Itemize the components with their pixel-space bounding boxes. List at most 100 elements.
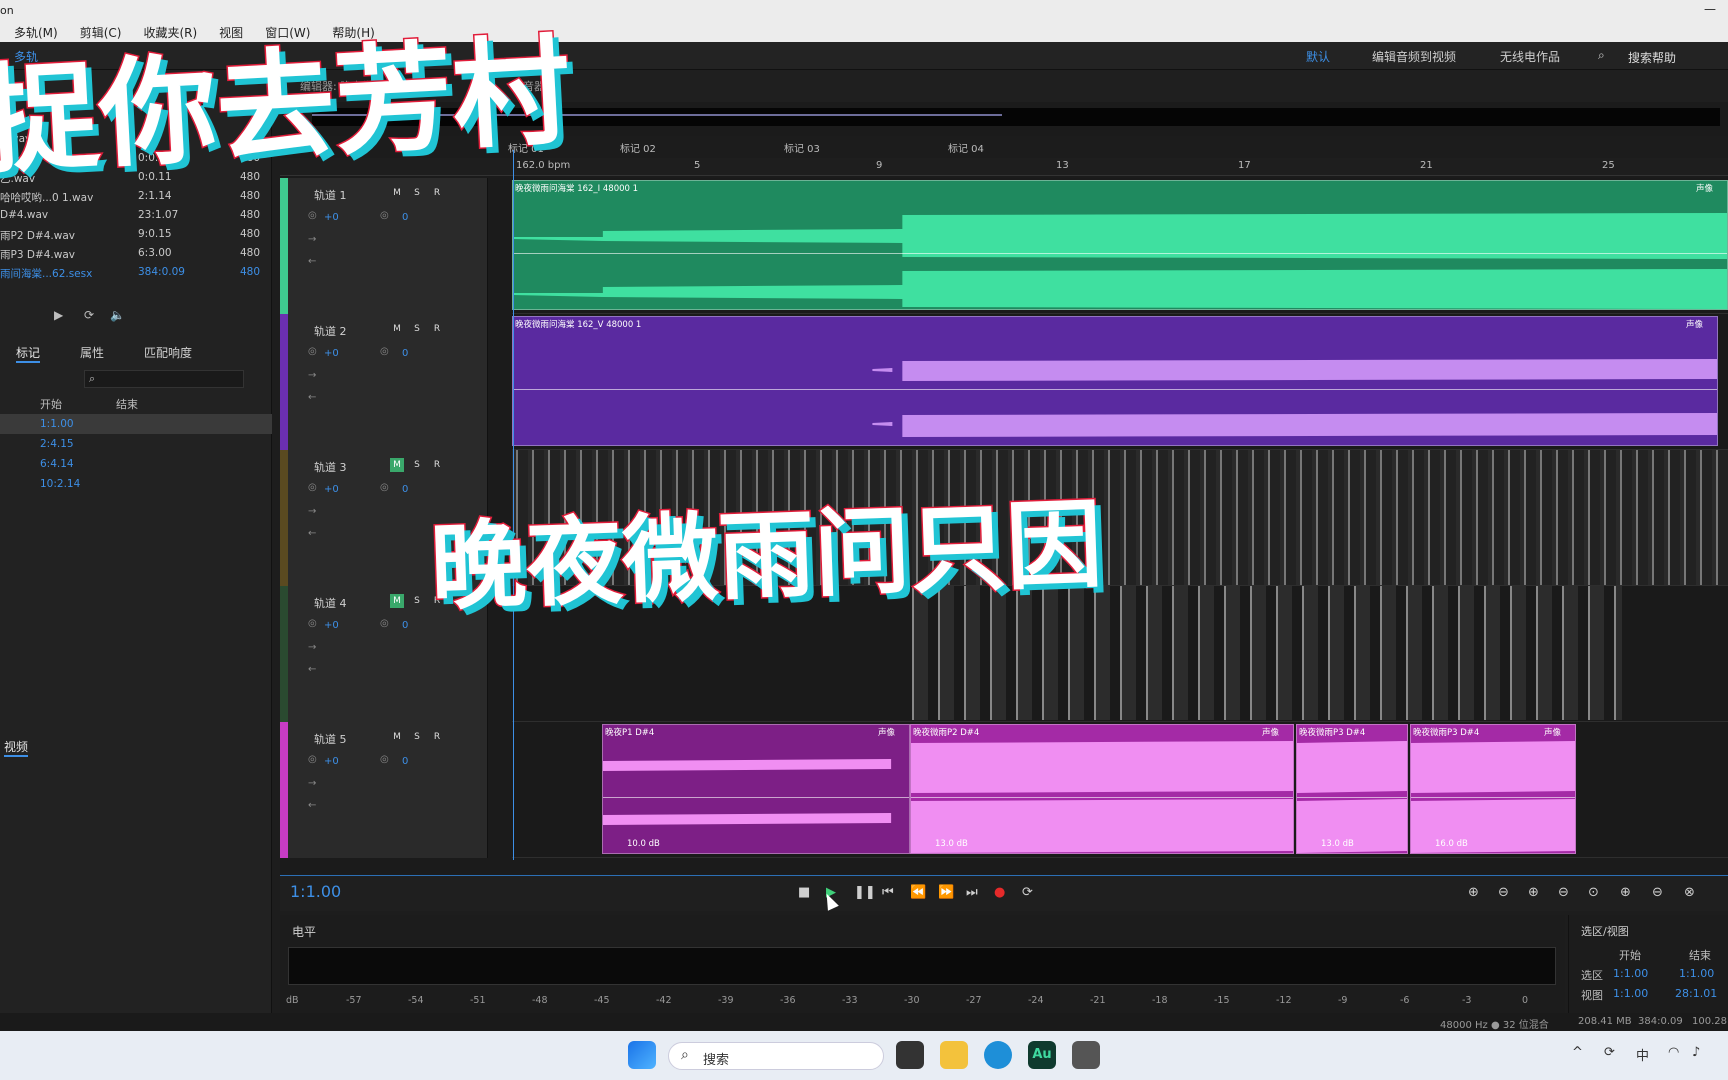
fast-forward-icon[interactable]: ⏩: [938, 885, 954, 900]
zoom-out-point-icon[interactable]: ⊖: [1652, 885, 1663, 900]
output-arrow-icon[interactable]: ←: [308, 528, 316, 539]
rewind-icon[interactable]: ⏪: [910, 885, 926, 900]
marker-row[interactable]: 10:2.14: [0, 474, 272, 494]
file-row[interactable]: 雨P3 D#4.wav 6:3.00 480: [0, 244, 262, 263]
volume-knob-icon[interactable]: ◎: [308, 482, 317, 493]
pan-knob-icon[interactable]: ◎: [380, 210, 389, 221]
edge-browser-icon[interactable]: [984, 1041, 1012, 1069]
audio-clip[interactable]: 晚夜P1 D#4 声像 10.0 dB: [602, 724, 910, 854]
stop-icon[interactable]: ■: [798, 885, 810, 900]
tab-video[interactable]: 视频: [4, 738, 29, 757]
pan-knob-icon[interactable]: ◎: [380, 482, 389, 493]
sync-icon[interactable]: ⟳: [1604, 1045, 1615, 1060]
pan-knob-icon[interactable]: ◎: [380, 618, 389, 629]
taskbar-search-input[interactable]: ⌕ 搜索: [668, 1042, 884, 1070]
record-icon[interactable]: ●: [994, 885, 1005, 900]
volume-knob-icon[interactable]: ◎: [308, 754, 317, 765]
marker-search-input[interactable]: ⌕: [84, 370, 244, 388]
pan-knob-icon[interactable]: ◎: [380, 754, 389, 765]
output-arrow-icon[interactable]: ←: [308, 392, 316, 403]
audition-app-icon[interactable]: Au: [1028, 1041, 1056, 1069]
file-row[interactable]: D#4.wav 23:1.07 480: [0, 206, 262, 225]
tab-markers[interactable]: 标记: [16, 344, 41, 363]
file-explorer-icon[interactable]: [940, 1041, 968, 1069]
search-help-input[interactable]: 搜索帮助: [1628, 49, 1676, 66]
capture-app-icon[interactable]: [1072, 1041, 1100, 1069]
task-view-icon[interactable]: [896, 1041, 924, 1069]
mute-button[interactable]: M: [390, 730, 404, 744]
minimize-icon[interactable]: —: [1704, 2, 1716, 16]
record-arm-button[interactable]: R: [430, 322, 444, 336]
output-arrow-icon[interactable]: ←: [308, 256, 316, 267]
file-row[interactable]: 雨P2 D#4.wav 9:0.15 480: [0, 225, 262, 244]
marker-flag[interactable]: 标记 04: [948, 140, 984, 155]
input-arrow-icon[interactable]: →: [308, 778, 316, 789]
view-end-field[interactable]: 28:1.01: [1675, 987, 1717, 1000]
track-header[interactable]: 轨道 2 M S R ◎ +0 ◎ 0 → ←: [288, 314, 488, 450]
input-arrow-icon[interactable]: →: [308, 506, 316, 517]
mute-button[interactable]: M: [390, 186, 404, 200]
skip-to-end-icon[interactable]: ⏭: [966, 885, 978, 900]
view-start-field[interactable]: 1:1.00: [1613, 987, 1648, 1000]
audio-clip[interactable]: 晚夜微雨P2 D#4 声像 13.0 dB: [910, 724, 1294, 854]
zoom-out-amplitude-icon[interactable]: ⊖: [1498, 885, 1509, 900]
input-arrow-icon[interactable]: →: [308, 370, 316, 381]
search-icon[interactable]: ⌕: [1598, 48, 1605, 63]
track-header[interactable]: 轨道 5 M S R ◎ +0 ◎ 0 → ←: [288, 722, 488, 858]
tab-properties[interactable]: 属性: [80, 344, 104, 361]
volume-value[interactable]: +0: [324, 348, 339, 359]
column-start[interactable]: 开始: [40, 396, 62, 412]
mute-button[interactable]: M: [390, 322, 404, 336]
column-end[interactable]: 结束: [116, 396, 138, 412]
loop-playback-icon[interactable]: ⟳: [1022, 885, 1033, 900]
volume-knob-icon[interactable]: ◎: [308, 346, 317, 357]
ime-icon[interactable]: 中: [1636, 1045, 1649, 1064]
record-arm-button[interactable]: R: [430, 458, 444, 472]
audio-clip[interactable]: 晚夜微雨P3 D#4 13.0 dB: [1296, 724, 1408, 854]
marker-row[interactable]: 2:4.15: [0, 434, 272, 454]
pan-value[interactable]: 0: [402, 756, 408, 767]
marker-row[interactable]: 6:4.14: [0, 454, 272, 474]
zoom-in-time-icon[interactable]: ⊕: [1528, 885, 1539, 900]
marker-flag[interactable]: 标记 02: [620, 140, 656, 155]
track-name[interactable]: 轨道 2: [314, 323, 347, 339]
track-name[interactable]: 轨道 5: [314, 731, 347, 747]
marker-flag[interactable]: 标记 03: [784, 140, 820, 155]
zoom-full-icon[interactable]: ⊗: [1684, 885, 1695, 900]
windows-start-icon[interactable]: [628, 1041, 656, 1069]
loop-icon[interactable]: ⟳: [84, 308, 94, 322]
track-lane[interactable]: 晚夜P1 D#4 声像 10.0 dB 晚夜微雨P2 D#4 声像 13.0 d…: [512, 722, 1728, 858]
track-name[interactable]: 轨道 1: [314, 187, 347, 203]
audio-clip[interactable]: 晚夜微雨问海棠 162_I 48000 1 声像: [512, 180, 1728, 310]
tab-match-loudness[interactable]: 匹配响度: [144, 344, 192, 361]
zoom-out-time-icon[interactable]: ⊖: [1558, 885, 1569, 900]
pause-icon[interactable]: ❚❚: [854, 885, 876, 900]
audio-clip[interactable]: 晚夜微雨P3 D#4 声像 16.0 dB: [1410, 724, 1576, 854]
pan-knob-icon[interactable]: ◎: [380, 346, 389, 357]
skip-to-start-icon[interactable]: ⏮: [882, 885, 894, 900]
workspace-edit-video[interactable]: 编辑音频到视频: [1372, 48, 1456, 65]
pan-value[interactable]: 0: [402, 348, 408, 359]
volume-knob-icon[interactable]: ◎: [308, 618, 317, 629]
mute-button[interactable]: M: [390, 594, 404, 608]
mute-button[interactable]: M: [390, 458, 404, 472]
zoom-in-point-icon[interactable]: ⊕: [1620, 885, 1631, 900]
input-arrow-icon[interactable]: →: [308, 642, 316, 653]
volume-value[interactable]: +0: [324, 620, 339, 631]
volume-knob-icon[interactable]: ◎: [308, 210, 317, 221]
zoom-in-amplitude-icon[interactable]: ⊕: [1468, 885, 1479, 900]
selection-start-field[interactable]: 1:1.00: [1613, 967, 1648, 980]
volume-icon[interactable]: ♪: [1692, 1045, 1700, 1060]
pan-value[interactable]: 0: [402, 620, 408, 631]
track-name[interactable]: 轨道 3: [314, 459, 347, 475]
volume-value[interactable]: +0: [324, 756, 339, 767]
solo-button[interactable]: S: [410, 458, 424, 472]
track-lane[interactable]: 晚夜微雨问海棠 162_I 48000 1 声像: [512, 178, 1728, 314]
solo-button[interactable]: S: [410, 594, 424, 608]
track-lane[interactable]: 晚夜微雨问海棠 162_V 48000 1 声像: [512, 314, 1728, 450]
pan-value[interactable]: 0: [402, 212, 408, 223]
workspace-default[interactable]: 默认: [1306, 48, 1330, 65]
volume-value[interactable]: +0: [324, 212, 339, 223]
marker-row[interactable]: 1:1.00: [0, 414, 272, 434]
selection-end-field[interactable]: 1:1.00: [1679, 967, 1714, 980]
